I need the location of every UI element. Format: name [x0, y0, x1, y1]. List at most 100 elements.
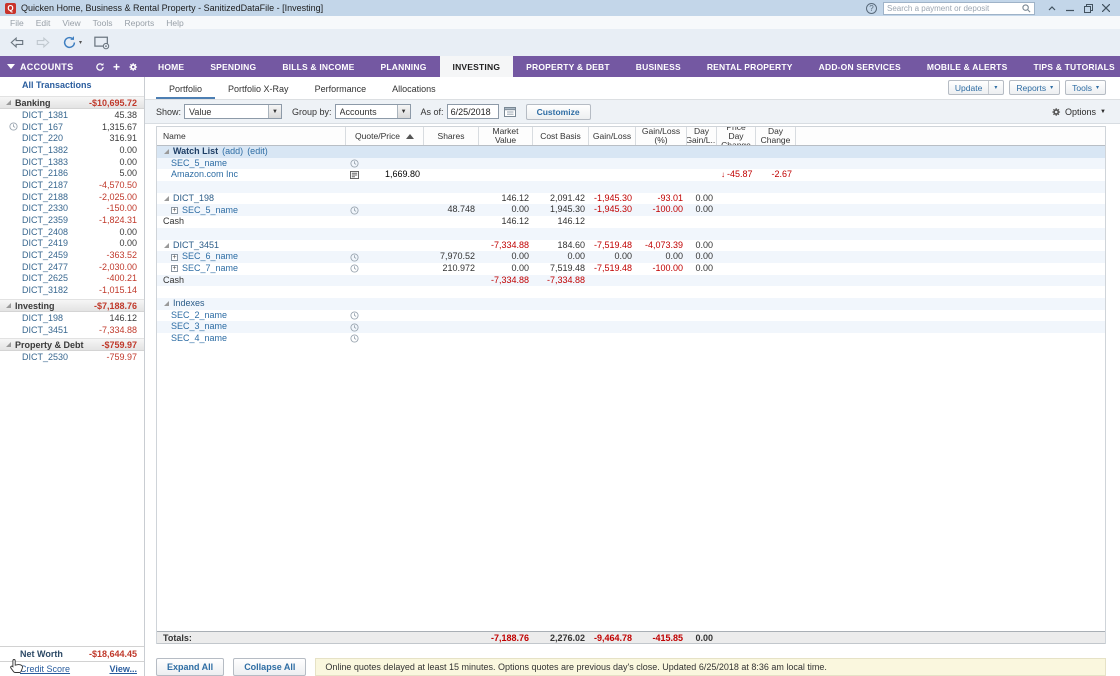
- table-row[interactable]: Amazon.com Inc1,669.80↓-45.87-2.67: [157, 169, 1105, 181]
- refresh-accounts-icon[interactable]: [95, 62, 105, 72]
- sidebar-group-property-debt[interactable]: Property & Debt-$759.97: [0, 338, 144, 351]
- collapse-triangle-icon[interactable]: [164, 243, 169, 248]
- subtab-portfolio-x-ray[interactable]: Portfolio X-Ray: [215, 80, 302, 99]
- search-input[interactable]: [887, 4, 1022, 13]
- sidebar-item-dict_1382[interactable]: DICT_13820.00: [0, 144, 144, 156]
- tab-business[interactable]: BUSINESS: [623, 56, 694, 77]
- column-header-gain-loss[interactable]: Gain/Loss: [589, 127, 636, 145]
- credit-score-view-link[interactable]: View...: [109, 664, 137, 674]
- credit-score-link[interactable]: Credit Score: [20, 664, 70, 674]
- sidebar-item-dict_2408[interactable]: DICT_24080.00: [0, 226, 144, 238]
- security-link[interactable]: SEC_2_name: [171, 310, 227, 322]
- calendar-icon[interactable]: [502, 104, 518, 119]
- expand-plus-icon[interactable]: +: [171, 265, 178, 272]
- expand-plus-icon[interactable]: +: [171, 254, 178, 261]
- security-link[interactable]: SEC_5_name: [171, 158, 227, 170]
- table-row[interactable]: +SEC_6_name7,970.520.000.000.000.000.00: [157, 251, 1105, 263]
- table-row[interactable]: Cash-7,334.88-7,334.88: [157, 275, 1105, 287]
- expand-plus-icon[interactable]: +: [171, 207, 178, 214]
- group-name[interactable]: DICT_198: [173, 193, 214, 205]
- collapse-triangle-icon[interactable]: [164, 196, 169, 201]
- search-icon[interactable]: [1022, 4, 1031, 13]
- sidebar-item-dict_2330[interactable]: DICT_2330-150.00: [0, 203, 144, 215]
- sidebar-group-banking[interactable]: Banking-$10,695.72: [0, 96, 144, 109]
- tab-investing[interactable]: INVESTING: [440, 56, 514, 77]
- accounts-panel-header[interactable]: ACCOUNTS +: [0, 56, 145, 77]
- sidebar-item-dict_2359[interactable]: DICT_2359-1,824.31: [0, 214, 144, 226]
- group-name[interactable]: DICT_3451: [173, 240, 219, 252]
- menu-tools[interactable]: Tools: [87, 18, 119, 28]
- column-header-day-gain-l-[interactable]: Day Gain/L...: [687, 127, 717, 145]
- group-by-dropdown[interactable]: Accounts ▼: [335, 104, 411, 119]
- security-link[interactable]: SEC_4_name: [171, 333, 227, 345]
- news-quote-icon[interactable]: [350, 171, 359, 179]
- column-header-price-day-change-%-[interactable]: Price Day Change (%): [756, 127, 796, 145]
- column-header-price-day-change[interactable]: Price Day Change: [717, 127, 756, 145]
- show-dropdown[interactable]: Value ▼: [184, 104, 282, 119]
- sidebar-item-dict_1383[interactable]: DICT_13830.00: [0, 156, 144, 168]
- accounts-gear-icon[interactable]: [128, 62, 138, 72]
- table-row[interactable]: +SEC_5_name48.7480.001,945.30-1,945.30-1…: [157, 204, 1105, 216]
- menu-view[interactable]: View: [56, 18, 86, 28]
- sidebar-item-dict_220[interactable]: DICT_220316.91: [0, 132, 144, 144]
- tools-button[interactable]: Tools▾: [1065, 80, 1106, 95]
- sidebar-item-dict_2419[interactable]: DICT_24190.00: [0, 238, 144, 250]
- tab-bills-income[interactable]: BILLS & INCOME: [269, 56, 367, 77]
- sidebar-item-dict_3182[interactable]: DICT_3182-1,015.14: [0, 284, 144, 296]
- tab-planning[interactable]: PLANNING: [368, 56, 440, 77]
- tab-property-debt[interactable]: PROPERTY & DEBT: [513, 56, 623, 77]
- sidebar-item-dict_2187[interactable]: DICT_2187-4,570.50: [0, 179, 144, 191]
- global-search[interactable]: [883, 2, 1035, 15]
- table-row[interactable]: SEC_3_name: [157, 321, 1105, 333]
- column-header-gain-loss-%-[interactable]: Gain/Loss (%): [636, 127, 687, 145]
- column-header-market-value[interactable]: Market Value: [479, 127, 533, 145]
- tab-add-on-services[interactable]: ADD-ON SERVICES: [806, 56, 914, 77]
- tab-home[interactable]: HOME: [145, 56, 197, 77]
- forward-icon[interactable]: [36, 37, 50, 48]
- reports-button[interactable]: Reports▾: [1009, 80, 1060, 95]
- sidebar-item-dict_1381[interactable]: DICT_138145.38: [0, 109, 144, 121]
- collapse-ribbon-button[interactable]: [1043, 1, 1061, 15]
- sidebar-item-dict_2477[interactable]: DICT_2477-2,030.00: [0, 261, 144, 273]
- column-header-shares[interactable]: Shares: [424, 127, 479, 145]
- sidebar-item-dict_2530[interactable]: DICT_2530-759.97: [0, 351, 144, 363]
- sidebar-item-dict_3451[interactable]: DICT_3451-7,334.88: [0, 324, 144, 336]
- subtab-allocations[interactable]: Allocations: [379, 80, 449, 99]
- column-header-quote-price[interactable]: Quote/Price: [346, 127, 424, 145]
- sidebar-item-dict_2625[interactable]: DICT_2625-400.21: [0, 273, 144, 285]
- security-link[interactable]: SEC_3_name: [171, 321, 227, 333]
- sidebar-item-dict_2186[interactable]: DICT_21865.00: [0, 167, 144, 179]
- options-button[interactable]: Options ▼: [1051, 107, 1106, 117]
- add-account-icon[interactable]: +: [113, 62, 120, 72]
- menu-file[interactable]: File: [4, 18, 30, 28]
- tab-tips-tutorials[interactable]: TIPS & TUTORIALS: [1020, 56, 1120, 77]
- add-link[interactable]: (add): [222, 146, 243, 158]
- back-icon[interactable]: [10, 37, 24, 48]
- subtab-performance[interactable]: Performance: [302, 80, 380, 99]
- menu-edit[interactable]: Edit: [30, 18, 57, 28]
- table-row[interactable]: Cash146.12146.12: [157, 216, 1105, 228]
- update-button[interactable]: Update▾: [948, 80, 1004, 95]
- column-header-cost-basis[interactable]: Cost Basis: [533, 127, 589, 145]
- table-row[interactable]: SEC_4_name: [157, 333, 1105, 345]
- sidebar-item-all-transactions[interactable]: All Transactions: [0, 77, 144, 93]
- sidebar-item-dict_2459[interactable]: DICT_2459-363.52: [0, 249, 144, 261]
- table-row[interactable]: +SEC_7_name210.9720.007,519.48-7,519.48-…: [157, 263, 1105, 275]
- table-row[interactable]: DICT_198146.122,091.42-1,945.30-93.010.0…: [157, 193, 1105, 205]
- table-row[interactable]: DICT_3451-7,334.88184.60-7,519.48-4,073.…: [157, 240, 1105, 252]
- sidebar-group-investing[interactable]: Investing-$7,188.76: [0, 299, 144, 312]
- customize-button[interactable]: Customize: [526, 104, 591, 120]
- minimize-button[interactable]: [1061, 1, 1079, 15]
- security-link[interactable]: Amazon.com Inc: [171, 169, 238, 181]
- as-of-date-field[interactable]: [447, 104, 499, 119]
- tab-mobile-alerts[interactable]: MOBILE & ALERTS: [914, 56, 1021, 77]
- sidebar-item-dict_2188[interactable]: DICT_2188-2,025.00: [0, 191, 144, 203]
- menu-help[interactable]: Help: [160, 18, 189, 28]
- security-link[interactable]: SEC_7_name: [182, 263, 238, 275]
- group-name[interactable]: Indexes: [173, 298, 205, 310]
- table-row[interactable]: Indexes: [157, 298, 1105, 310]
- group-name[interactable]: Watch List: [173, 146, 218, 158]
- collapse-triangle-icon[interactable]: [164, 301, 169, 306]
- help-icon[interactable]: ?: [866, 3, 877, 14]
- subtab-portfolio[interactable]: Portfolio: [156, 80, 215, 99]
